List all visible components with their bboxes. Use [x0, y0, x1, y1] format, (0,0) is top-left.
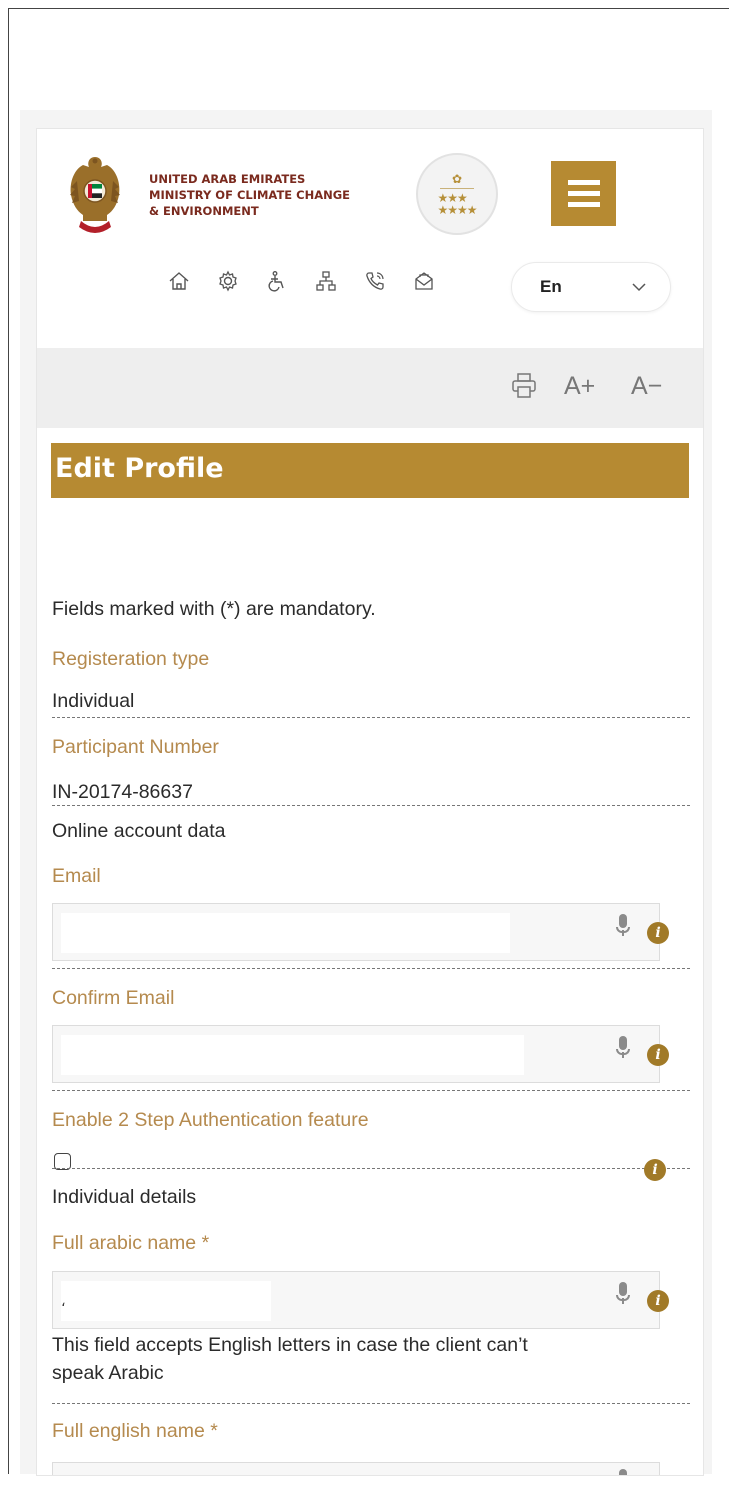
online-account-section-title: Online account data [52, 820, 226, 842]
main-card: UNITED ARAB EMIRATES MINISTRY OF CLIMATE… [36, 128, 704, 1476]
home-icon[interactable] [167, 269, 191, 293]
two-step-info-icon[interactable]: i [644, 1159, 666, 1181]
hamburger-icon-bar-3 [567, 202, 600, 207]
confirm-email-field[interactable] [52, 1025, 660, 1083]
hamburger-icon-bar-2 [567, 191, 600, 196]
confirm-email-input-area[interactable] [61, 1035, 524, 1075]
site-header: UNITED ARAB EMIRATES MINISTRY OF CLIMATE… [37, 129, 703, 347]
badge-divider [440, 187, 474, 189]
confirm-email-info-icon[interactable]: i [647, 1044, 669, 1066]
email-field[interactable] [52, 903, 660, 961]
full-arabic-name-value: ، [61, 1293, 66, 1309]
chevron-down-icon [632, 279, 646, 295]
email-input-area[interactable] [61, 913, 510, 953]
star-rating-badge: ✿ ★★★ ★★★★ [416, 153, 498, 235]
language-select[interactable]: En [511, 262, 671, 312]
badge-emblem-icon: ✿ [451, 171, 463, 186]
microphone-icon[interactable] [616, 914, 630, 940]
menu-button[interactable] [551, 161, 616, 226]
full-english-name-field[interactable] [52, 1462, 660, 1475]
phone-icon[interactable] [363, 269, 387, 293]
registration-type-label: Registeration type [52, 648, 210, 670]
participant-number-value: IN-20174-86637 [52, 781, 193, 803]
mandatory-note: Fields marked with (*) are mandatory. [52, 598, 376, 620]
arabic-name-hint-line-2: speak Arabic [52, 1362, 164, 1384]
utility-icons [167, 261, 461, 301]
print-icon[interactable] [511, 372, 536, 400]
divider [52, 1168, 690, 1169]
divider [52, 1403, 690, 1404]
ministry-line-3: & ENVIRONMENT [149, 204, 259, 218]
email-info-icon[interactable]: i [647, 922, 669, 944]
sitemap-icon[interactable] [314, 269, 338, 293]
window-frame-top [8, 8, 729, 9]
two-step-auth-label: Enable 2 Step Authentication feature [52, 1109, 369, 1131]
individual-details-section-title: Individual details [52, 1186, 197, 1208]
language-selected-value: En [540, 277, 562, 296]
page-title: Edit Profile [55, 453, 224, 484]
divider [52, 717, 690, 718]
confirm-email-label: Confirm Email [52, 987, 175, 1009]
page-title-bar: Edit Profile [51, 443, 689, 498]
mail-icon[interactable] [412, 269, 436, 293]
divider [52, 805, 690, 806]
ministry-line-2: MINISTRY OF CLIMATE CHANGE [149, 188, 351, 202]
full-arabic-name-label: Full arabic name * [52, 1232, 210, 1254]
microphone-icon[interactable] [616, 1469, 630, 1475]
email-label: Email [52, 865, 101, 887]
ministry-line-1: UNITED ARAB EMIRATES [149, 172, 306, 186]
arabic-name-hint-line-1: This field accepts English letters in ca… [52, 1334, 528, 1356]
full-arabic-name-info-icon[interactable]: i [647, 1290, 669, 1312]
badge-stars-icon: ★★★ ★★★★ [437, 190, 477, 217]
full-english-name-label: Full english name * [52, 1420, 218, 1442]
ministry-name: UNITED ARAB EMIRATES MINISTRY OF CLIMATE… [149, 171, 389, 219]
accessibility-icon[interactable] [265, 269, 289, 293]
uae-emblem-logo[interactable] [67, 151, 123, 239]
decrease-font-button[interactable]: A− [631, 372, 662, 401]
hamburger-icon-bar-1 [567, 180, 600, 185]
settings-icon[interactable] [216, 269, 240, 293]
full-arabic-name-input-area[interactable]: ، [61, 1281, 271, 1321]
increase-font-button[interactable]: A+ [564, 372, 595, 401]
divider [52, 968, 690, 969]
microphone-icon[interactable] [616, 1036, 630, 1062]
divider [52, 1090, 690, 1091]
participant-number-label: Participant Number [52, 736, 219, 758]
window-frame-left [8, 8, 9, 1474]
full-arabic-name-field[interactable]: ، [52, 1271, 660, 1329]
registration-type-value: Individual [52, 690, 135, 712]
microphone-icon[interactable] [616, 1282, 630, 1308]
page-toolbar: A+ A− [37, 348, 703, 428]
